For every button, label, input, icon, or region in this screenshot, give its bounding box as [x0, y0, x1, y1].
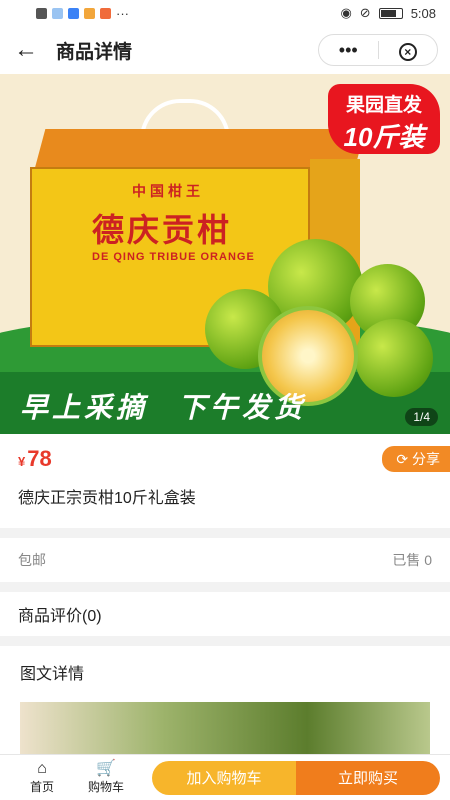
slogan-left: 早上采摘: [20, 392, 149, 423]
badge-line2: 10斤装: [343, 122, 425, 152]
battery-icon: [378, 7, 403, 19]
home-tab[interactable]: ⌂ 首页: [10, 760, 74, 795]
sold-count: 已售 0: [392, 552, 432, 568]
mini-program-capsule: ••• ×: [318, 34, 438, 66]
page-title: 商品详情: [56, 41, 133, 63]
home-icon: ⌂: [37, 760, 47, 777]
more-dots: ···: [116, 5, 129, 21]
badge-line1: 果园直发: [345, 95, 422, 116]
close-button[interactable]: ×: [379, 40, 438, 61]
app-icon: [100, 7, 111, 19]
wifi-icon: [52, 7, 63, 19]
buy-now-button[interactable]: 立即购买: [296, 760, 440, 795]
share-button[interactable]: ⟳ 分享: [382, 446, 450, 472]
product-image-carousel[interactable]: 中国柑王 德庆贡柑 DE QING TRIBUE ORANGE 果园直发 10斤…: [0, 74, 450, 434]
orange-fruit: [355, 319, 433, 397]
more-menu-button[interactable]: •••: [319, 40, 378, 61]
currency-symbol: ¥: [18, 454, 26, 469]
box-subtitle: 中国柑王: [132, 183, 204, 199]
add-to-cart-button[interactable]: 加入购物车: [152, 760, 296, 795]
cart-tab[interactable]: 🛒 购物车: [74, 760, 138, 795]
cart-label: 购物车: [87, 780, 124, 794]
promo-badge: 果园直发 10斤装: [328, 84, 440, 154]
purchase-actions: 加入购物车 立即购买: [152, 760, 440, 795]
close-icon: ×: [398, 42, 417, 61]
share-label: 分享: [412, 451, 440, 467]
product-info: ¥78 ⟳ 分享 德庆正宗贡柑10斤礼盒装: [0, 434, 450, 528]
banner-slogan: 早上采摘 下午发货: [20, 386, 336, 426]
back-arrow-icon[interactable]: ←: [14, 36, 46, 64]
notification-icon: [36, 7, 47, 19]
product-name: 德庆正宗贡柑10斤礼盒装: [18, 490, 196, 507]
price: ¥78: [18, 446, 432, 472]
slogan-right: 下午发货: [178, 392, 307, 423]
shipping-label: 包邮: [18, 552, 46, 568]
nav-header: ← 商品详情 ••• ×: [0, 26, 450, 74]
app-icon: [84, 7, 95, 19]
status-bar: ··· ◉ ⊘ 5:08: [0, 0, 450, 26]
bottom-action-bar: ⌂ 首页 🛒 购物车 加入购物车 立即购买: [0, 754, 450, 800]
price-value: 78: [27, 446, 52, 471]
status-right: ◉ ⊘ 5:08: [340, 5, 436, 21]
home-label: 首页: [29, 780, 54, 794]
box-title: 德庆贡柑: [92, 212, 233, 248]
detail-title: 图文详情: [20, 666, 85, 683]
product-detail-page: ··· ◉ ⊘ 5:08 ← 商品详情 ••• × 中国柑王 德庆贡柑 DE Q…: [0, 0, 450, 800]
status-icons: ···: [36, 6, 129, 21]
mute-icon: ⊘: [359, 5, 371, 20]
detail-section: 图文详情: [0, 646, 450, 756]
detail-image: [20, 702, 430, 756]
box-english-title: DE QING TRIBUE ORANGE: [92, 251, 255, 263]
eye-icon: ◉: [340, 5, 352, 20]
cart-icon: 🛒: [96, 760, 116, 777]
share-icon: ⟳: [396, 451, 412, 467]
carousel-pager: 1/4: [405, 408, 438, 426]
app-icon: [68, 7, 79, 19]
shipping-row: 包邮 已售 0: [0, 538, 450, 582]
clock: 5:08: [410, 5, 436, 21]
reviews-row[interactable]: 商品评价(0): [0, 592, 450, 636]
